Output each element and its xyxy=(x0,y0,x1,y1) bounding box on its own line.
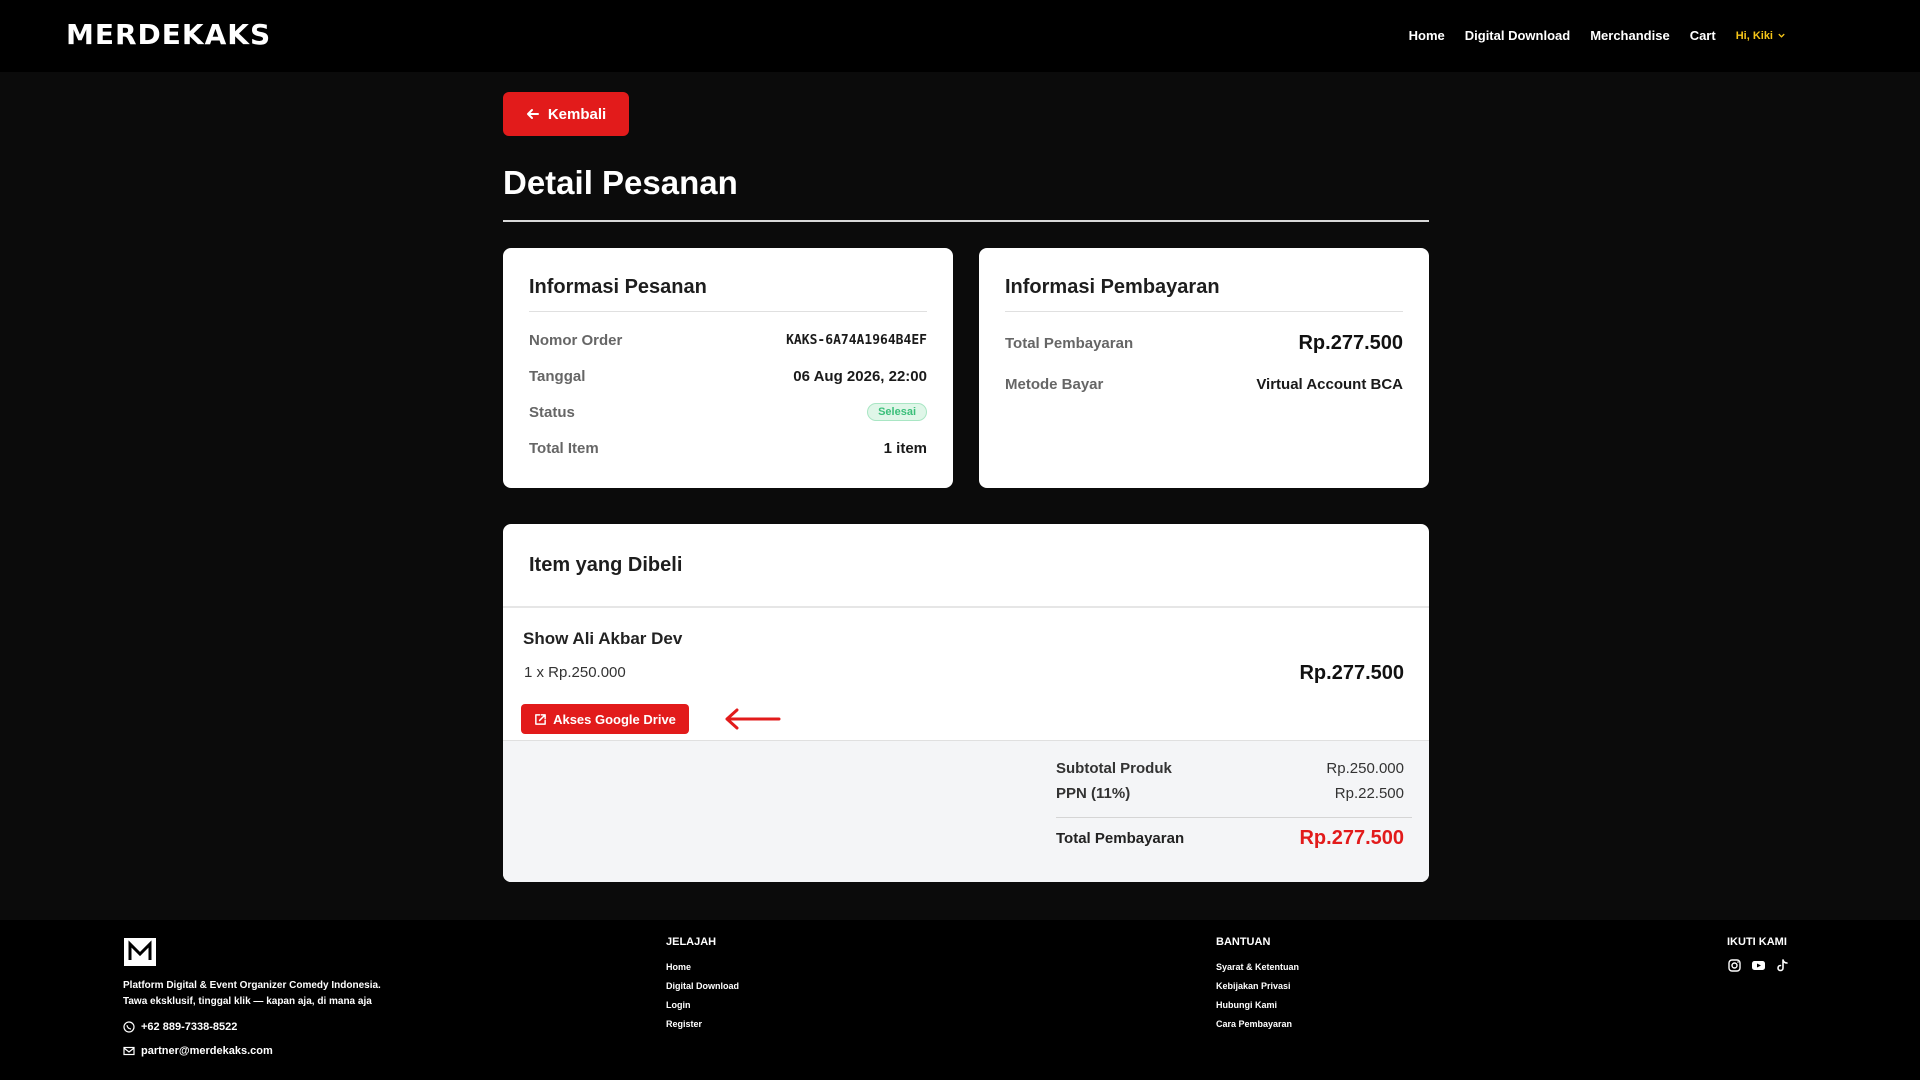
footer-jelajah: JELAJAH Home Digital Download Login Regi… xyxy=(666,936,739,1034)
footer-bantuan-title: BANTUAN xyxy=(1216,936,1271,948)
items-divider xyxy=(503,606,1429,608)
order-number-row: Nomor Order KAKS-6A74A1964B4EF xyxy=(529,332,927,349)
title-divider xyxy=(503,220,1429,222)
payment-total-value: Rp.277.500 xyxy=(1298,332,1403,354)
status-badge: Selesai xyxy=(867,403,927,421)
subtotal-row: Subtotal Produk Rp.250.000 xyxy=(1056,760,1404,777)
mail-icon xyxy=(123,1046,135,1056)
footer-phone[interactable]: +62 889-7338-8522 xyxy=(123,1021,237,1033)
page-title: Detail Pesanan xyxy=(503,164,738,201)
navbar: MERDEKAKS Home Digital Download Merchand… xyxy=(0,0,1920,72)
footer-tagline: Platform Digital & Event Organizer Comed… xyxy=(123,978,381,1010)
status-row: Status Selesai xyxy=(529,403,927,421)
date-label: Tanggal xyxy=(529,368,586,385)
payment-total-label: Total Pembayaran xyxy=(1005,335,1134,352)
footer-social: IKUTI KAMI xyxy=(1727,936,1790,973)
ppn-row: PPN (11%) Rp.22.500 xyxy=(1056,785,1404,802)
order-info-heading: Informasi Pesanan xyxy=(529,276,927,312)
payment-info-heading: Informasi Pembayaran xyxy=(1005,276,1403,312)
footer-link-terms[interactable]: Syarat & Ketentuan xyxy=(1216,958,1299,977)
footer-link-privacy[interactable]: Kebijakan Privasi xyxy=(1216,977,1299,996)
payment-method-label: Metode Bayar xyxy=(1005,376,1104,393)
footer-email-text: partner@merdekaks.com xyxy=(141,1045,273,1057)
footer-link-login[interactable]: Login xyxy=(666,996,739,1015)
items-heading: Item yang Dibeli xyxy=(529,554,683,576)
back-button-label: Kembali xyxy=(547,105,607,123)
order-number-value: KAKS-6A74A1964B4EF xyxy=(786,333,927,348)
order-info-card: Informasi Pesanan Nomor Order KAKS-6A74A… xyxy=(503,248,953,488)
footer-link-payment-guide[interactable]: Cara Pembayaran xyxy=(1216,1015,1299,1034)
subtotal-label: Subtotal Produk xyxy=(1056,760,1172,777)
product-quantity: 1 x Rp.250.000 xyxy=(524,664,626,681)
footer-link-contact[interactable]: Hubungi Kami xyxy=(1216,996,1299,1015)
whatsapp-icon xyxy=(123,1021,135,1033)
ppn-label: PPN (11%) xyxy=(1056,785,1131,802)
user-menu[interactable]: Hi, Kiki xyxy=(1736,30,1786,42)
payment-method-value: Virtual Account BCA xyxy=(1256,376,1403,393)
back-button[interactable]: Kembali xyxy=(503,92,629,136)
footer-tagline-line2: Tawa eksklusif, tinggal klik — kapan aja… xyxy=(123,996,372,1007)
subtotal-value: Rp.250.000 xyxy=(1326,760,1404,777)
nav-digital-download[interactable]: Digital Download xyxy=(1465,28,1570,43)
tiktok-icon[interactable] xyxy=(1775,958,1790,973)
nav-cart[interactable]: Cart xyxy=(1690,28,1716,43)
nav-merchandise[interactable]: Merchandise xyxy=(1590,28,1669,43)
nav-home[interactable]: Home xyxy=(1409,28,1445,43)
instagram-icon[interactable] xyxy=(1727,958,1742,973)
status-label: Status xyxy=(529,403,575,421)
total-item-label: Total Item xyxy=(529,440,599,457)
order-number-label: Nomor Order xyxy=(529,332,623,349)
product-price: Rp.277.500 xyxy=(1299,662,1404,684)
social-icons xyxy=(1727,958,1790,973)
total-item-value: 1 item xyxy=(883,440,927,457)
payment-info-card: Informasi Pembayaran Total Pembayaran Rp… xyxy=(979,248,1429,488)
summary-divider xyxy=(1056,817,1412,818)
product-name: Show Ali Akbar Dev xyxy=(523,629,683,648)
footer-bantuan: BANTUAN Syarat & Ketentuan Kebijakan Pri… xyxy=(1216,936,1299,1034)
footer-tagline-line1: Platform Digital & Event Organizer Comed… xyxy=(123,980,381,991)
payment-total-row: Total Pembayaran Rp.277.500 xyxy=(1005,332,1403,355)
site-logo[interactable]: MERDEKAKS xyxy=(66,18,271,51)
ppn-value: Rp.22.500 xyxy=(1334,785,1404,802)
footer-jelajah-title: JELAJAH xyxy=(666,936,717,948)
total-item-row: Total Item 1 item xyxy=(529,440,927,457)
footer-link-home[interactable]: Home xyxy=(666,958,739,977)
pointer-arrow-icon xyxy=(725,708,781,730)
footer-social-title: IKUTI KAMI xyxy=(1727,936,1787,948)
footer-link-digital-download[interactable]: Digital Download xyxy=(666,977,739,996)
summary-total-row: Total Pembayaran Rp.277.500 xyxy=(1056,827,1404,850)
footer-email[interactable]: partner@merdekaks.com xyxy=(123,1045,273,1057)
summary-total-value: Rp.277.500 xyxy=(1299,827,1404,849)
footer-phone-text: +62 889-7338-8522 xyxy=(141,1021,238,1033)
order-summary: Subtotal Produk Rp.250.000 PPN (11%) Rp.… xyxy=(503,740,1429,882)
youtube-icon[interactable] xyxy=(1751,958,1766,973)
footer-link-register[interactable]: Register xyxy=(666,1015,739,1034)
footer-logo-icon[interactable] xyxy=(124,938,156,966)
purchased-items-card: Item yang Dibeli Show Ali Akbar Dev 1 x … xyxy=(503,524,1429,882)
footer: Platform Digital & Event Organizer Comed… xyxy=(0,920,1920,1080)
arrow-left-icon xyxy=(526,109,539,119)
external-link-icon xyxy=(535,713,546,725)
payment-method-row: Metode Bayar Virtual Account BCA xyxy=(1005,376,1403,393)
user-greeting: Hi, Kiki xyxy=(1735,29,1773,42)
nav-links: Home Digital Download Merchandise Cart H… xyxy=(1409,28,1786,43)
date-row: Tanggal 06 Aug 2026, 22:00 xyxy=(529,368,927,385)
google-drive-button[interactable]: Akses Google Drive xyxy=(521,704,689,734)
google-drive-button-label: Akses Google Drive xyxy=(553,711,676,727)
date-value: 06 Aug 2026, 22:00 xyxy=(793,368,927,385)
chevron-down-icon xyxy=(1778,33,1785,38)
summary-total-label: Total Pembayaran xyxy=(1056,830,1185,847)
